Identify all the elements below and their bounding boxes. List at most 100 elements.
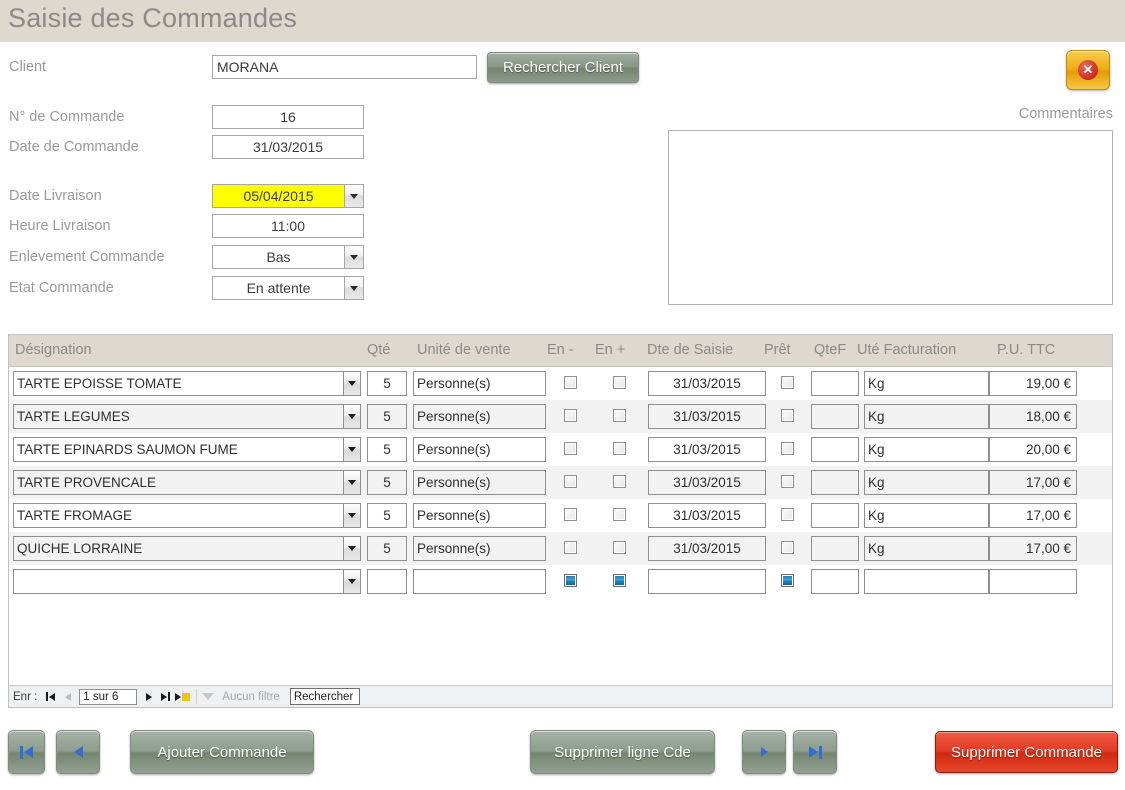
close-button[interactable]: ✕: [1066, 50, 1110, 90]
cell-pu-ttc[interactable]: 17,00 €: [989, 470, 1077, 495]
cell-en-plus-checkbox[interactable]: [613, 541, 626, 554]
cell-pu-ttc[interactable]: 19,00 €: [989, 371, 1077, 396]
cell-en-plus-checkbox[interactable]: [613, 475, 626, 488]
previous-order-button[interactable]: [56, 730, 100, 774]
search-client-button[interactable]: Rechercher Client: [487, 52, 639, 83]
cell-pret-checkbox[interactable]: [781, 442, 794, 455]
column-header-pu-ttc[interactable]: P.U. TTC: [997, 342, 1055, 358]
cell-dte-saisie[interactable]: 31/03/2015: [648, 536, 766, 561]
cell-unite-vente[interactable]: Personne(s): [413, 503, 546, 528]
column-header-en-moins[interactable]: En -: [547, 342, 574, 358]
cell-designation-combo[interactable]: TARTE EPOISSE TOMATE: [13, 371, 361, 396]
cell-en-plus-checkbox[interactable]: [613, 409, 626, 422]
column-header-unite-vente[interactable]: Unité de vente: [417, 342, 511, 358]
cell-pu-ttc[interactable]: 18,00 €: [989, 404, 1077, 429]
last-record-button[interactable]: [157, 688, 174, 705]
chevron-down-icon[interactable]: [343, 371, 361, 396]
cell-ute-facturation[interactable]: Kg: [864, 437, 989, 462]
chevron-down-icon[interactable]: [343, 503, 361, 528]
cell-designation-combo[interactable]: TARTE LEGUMES: [13, 404, 361, 429]
cell-dte-saisie[interactable]: 31/03/2015: [648, 404, 766, 429]
cell-en-moins-checkbox[interactable]: [564, 442, 577, 455]
cell-unite-vente[interactable]: Personne(s): [413, 371, 546, 396]
cell-en-moins-checkbox[interactable]: [564, 574, 577, 587]
cell-qtef[interactable]: [811, 437, 859, 462]
cell-qtef[interactable]: [811, 371, 859, 396]
chevron-down-icon[interactable]: [343, 536, 361, 561]
cell-ute-facturation[interactable]: [864, 569, 989, 594]
cell-pret-checkbox[interactable]: [781, 508, 794, 521]
chevron-down-icon[interactable]: [343, 404, 361, 429]
cell-dte-saisie[interactable]: [648, 569, 766, 594]
cell-unite-vente[interactable]: Personne(s): [413, 404, 546, 429]
table-row[interactable]: [9, 565, 1112, 598]
cell-designation-combo[interactable]: TARTE FROMAGE: [13, 503, 361, 528]
cell-unite-vente[interactable]: Personne(s): [413, 536, 546, 561]
cell-pret-checkbox[interactable]: [781, 475, 794, 488]
cell-pret-checkbox[interactable]: [781, 376, 794, 389]
cell-ute-facturation[interactable]: Kg: [864, 371, 989, 396]
chevron-down-icon[interactable]: [344, 245, 364, 269]
column-header-qte[interactable]: Qté: [367, 342, 390, 358]
cell-ute-facturation[interactable]: Kg: [864, 536, 989, 561]
order-date-input[interactable]: 31/03/2015: [212, 135, 364, 159]
table-row[interactable]: TARTE EPINARDS SAUMON FUME 5 Personne(s) 31…: [9, 433, 1112, 466]
cell-dte-saisie[interactable]: 31/03/2015: [648, 470, 766, 495]
cell-dte-saisie[interactable]: 31/03/2015: [648, 437, 766, 462]
cell-en-moins-checkbox[interactable]: [564, 541, 577, 554]
cell-qtef[interactable]: [811, 569, 859, 594]
cell-ute-facturation[interactable]: Kg: [864, 470, 989, 495]
table-row[interactable]: TARTE LEGUMES 5 Personne(s) 31/03/2015 Kg 18,…: [9, 400, 1112, 433]
cell-en-plus-checkbox[interactable]: [613, 508, 626, 521]
cell-qte[interactable]: 5: [367, 371, 407, 396]
column-header-en-plus[interactable]: En +: [595, 342, 625, 358]
record-position-input[interactable]: 1 sur 6: [79, 688, 138, 705]
cell-dte-saisie[interactable]: 31/03/2015: [648, 503, 766, 528]
cell-designation-combo[interactable]: [13, 569, 361, 594]
previous-record-button[interactable]: [59, 688, 76, 705]
cell-en-moins-checkbox[interactable]: [564, 475, 577, 488]
cell-qte[interactable]: [367, 569, 407, 594]
cell-en-plus-checkbox[interactable]: [613, 574, 626, 587]
cell-unite-vente[interactable]: Personne(s): [413, 437, 546, 462]
cell-pu-ttc[interactable]: 17,00 €: [989, 536, 1077, 561]
cell-qte[interactable]: 5: [367, 470, 407, 495]
record-search-input[interactable]: Rechercher: [289, 688, 360, 705]
delivery-time-input[interactable]: 11:00: [212, 214, 364, 238]
cell-qtef[interactable]: [811, 503, 859, 528]
column-header-ute-facturation[interactable]: Uté Facturation: [857, 342, 956, 358]
last-order-button[interactable]: [793, 730, 837, 774]
cell-unite-vente[interactable]: Personne(s): [413, 470, 546, 495]
new-record-button[interactable]: [174, 688, 191, 705]
cell-unite-vente[interactable]: [413, 569, 546, 594]
next-order-button[interactable]: [742, 730, 786, 774]
cell-qtef[interactable]: [811, 470, 859, 495]
chevron-down-icon[interactable]: [343, 470, 361, 495]
cell-en-plus-checkbox[interactable]: [613, 442, 626, 455]
table-row[interactable]: QUICHE LORRAINE 5 Personne(s) 31/03/2015 Kg 1…: [9, 532, 1112, 565]
table-row[interactable]: TARTE EPOISSE TOMATE 5 Personne(s) 31/03/20…: [9, 367, 1112, 400]
comments-textarea[interactable]: [668, 130, 1113, 305]
cell-pret-checkbox[interactable]: [781, 409, 794, 422]
order-pickup-combo[interactable]: Bas: [212, 245, 364, 269]
column-header-pret[interactable]: Prêt: [764, 342, 791, 358]
column-header-qtef[interactable]: QteF: [814, 342, 846, 358]
delivery-date-combo[interactable]: 05/04/2015: [212, 184, 364, 208]
chevron-down-icon[interactable]: [344, 184, 364, 208]
column-header-dte-saisie[interactable]: Dte de Saisie: [647, 342, 733, 358]
next-record-button[interactable]: [140, 688, 157, 705]
cell-qte[interactable]: 5: [367, 437, 407, 462]
chevron-down-icon[interactable]: [343, 569, 361, 594]
cell-pret-checkbox[interactable]: [781, 574, 794, 587]
column-header-designation[interactable]: Désignation: [15, 342, 92, 358]
chevron-down-icon[interactable]: [344, 276, 364, 300]
cell-qte[interactable]: 5: [367, 536, 407, 561]
order-number-input[interactable]: 16: [212, 105, 364, 129]
cell-ute-facturation[interactable]: Kg: [864, 404, 989, 429]
cell-pu-ttc[interactable]: 17,00 €: [989, 503, 1077, 528]
client-input[interactable]: MORANA: [212, 55, 477, 79]
cell-qte[interactable]: 5: [367, 503, 407, 528]
table-row[interactable]: TARTE PROVENCALE 5 Personne(s) 31/03/2015 Kg…: [9, 466, 1112, 499]
cell-pu-ttc[interactable]: 20,00 €: [989, 437, 1077, 462]
chevron-down-icon[interactable]: [343, 437, 361, 462]
